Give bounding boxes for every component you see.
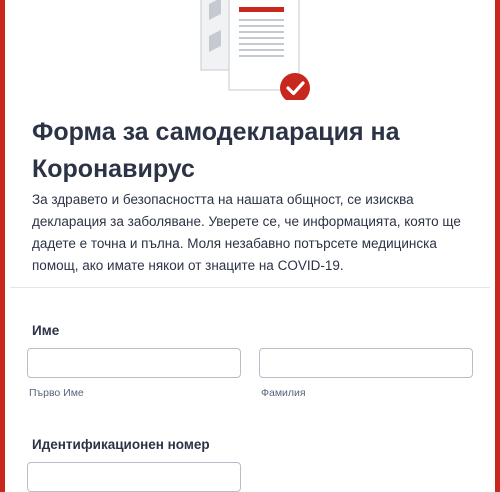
first-name-sublabel: Първо Име bbox=[29, 387, 84, 399]
id-number-field-label: Идентификационен номер bbox=[32, 437, 210, 452]
section-divider bbox=[10, 287, 490, 288]
form-title: Форма за самодекларация на Коронавирус bbox=[32, 118, 400, 183]
id-number-input[interactable] bbox=[27, 462, 241, 492]
last-name-input[interactable] bbox=[259, 348, 473, 378]
form-container: Форма за самодекларация на Коронавирус З… bbox=[0, 0, 500, 492]
last-name-sublabel: Фамилия bbox=[261, 387, 306, 399]
name-field-label: Име bbox=[32, 323, 60, 338]
document-checkmark-icon bbox=[200, 0, 310, 100]
first-name-input[interactable] bbox=[27, 348, 241, 378]
form-description: За здравето и безопасността на нашата об… bbox=[32, 192, 461, 273]
